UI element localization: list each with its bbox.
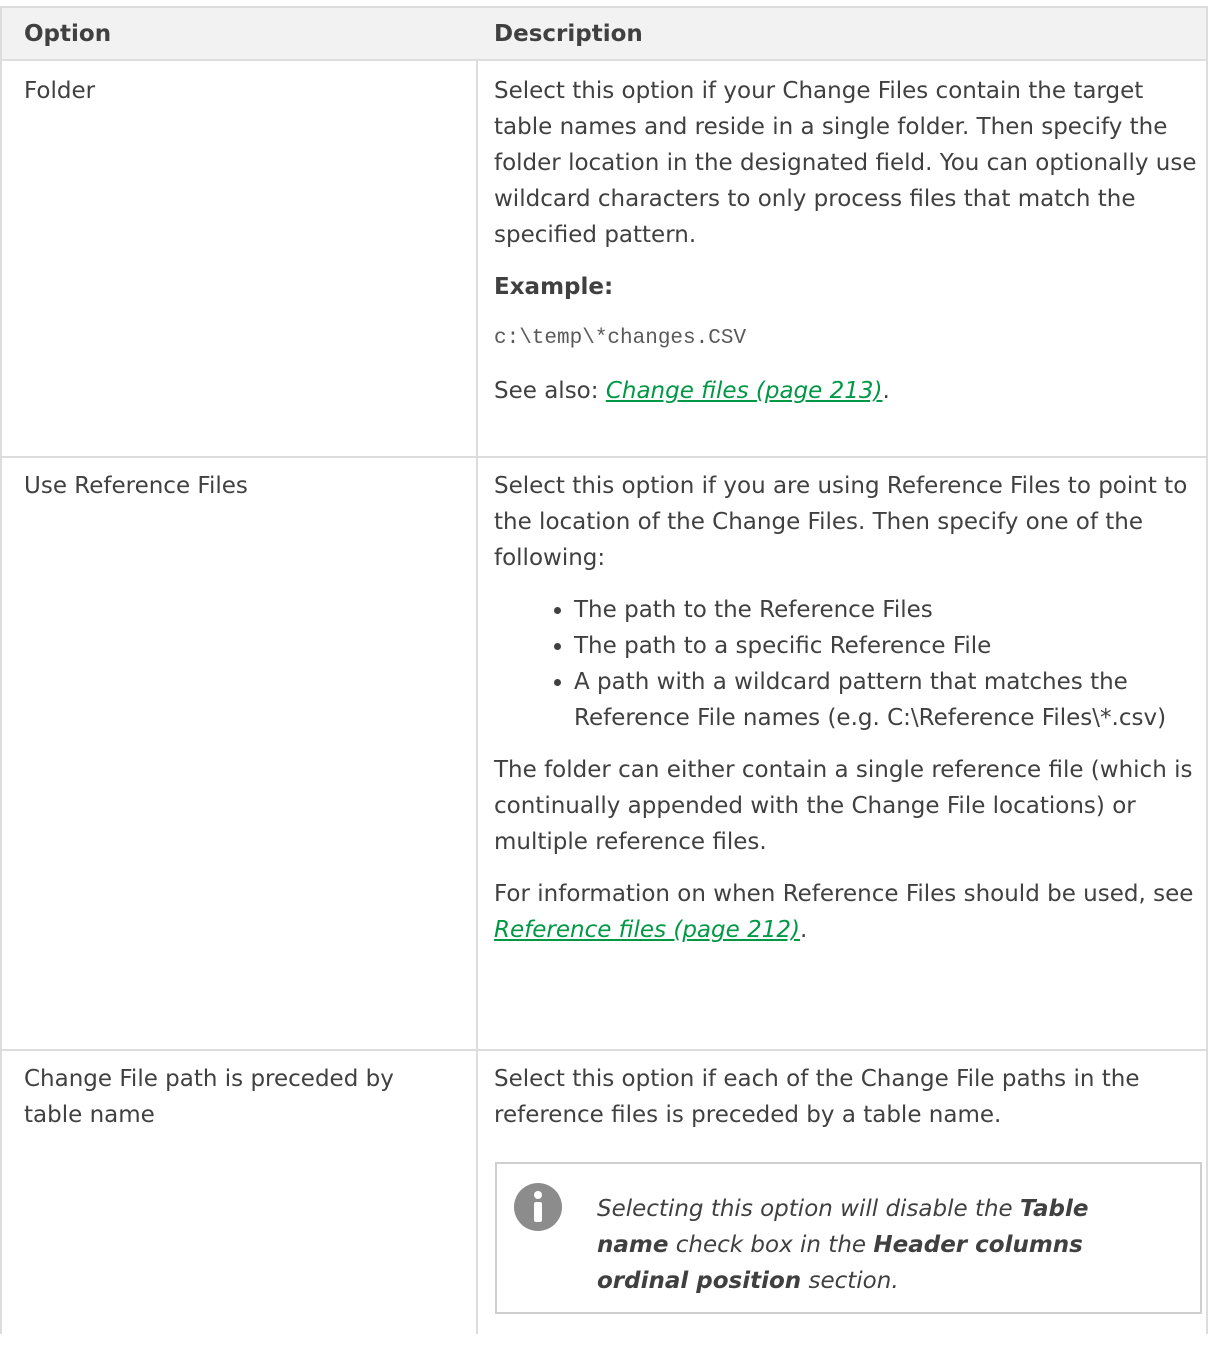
example-label: Example:: [494, 274, 614, 300]
reference-para3: For information on when Reference Files …: [494, 876, 1200, 948]
list-item: A path with a wildcard pattern that matc…: [574, 664, 1200, 736]
see-also-prefix: See also:: [494, 378, 606, 404]
note-text-2: check box in the: [668, 1232, 874, 1258]
para3-prefix: For information on when Reference Files …: [494, 881, 1194, 907]
note-text-1: Selecting this option will disable the: [597, 1196, 1021, 1222]
description-reference-files: Select this option if you are using Refe…: [494, 468, 1200, 948]
example-code: c:\temp\*changes.CSV: [494, 327, 747, 350]
change-files-link[interactable]: Change files (page 213): [606, 378, 883, 404]
see-also: See also: Change files (page 213).: [494, 373, 1200, 409]
table-row-change-file-path: Change File path is preceded by table na…: [2, 1051, 1206, 1351]
list-item: The path to a specific Reference File: [574, 628, 1200, 664]
option-use-reference-files: Use Reference Files: [24, 473, 248, 499]
header-description: Description: [494, 21, 643, 47]
note-text: Selecting this option will disable the T…: [597, 1191, 1157, 1299]
options-table: Option Description Folder Select this op…: [0, 6, 1208, 1334]
description-change-file-path: Select this option if each of the Change…: [494, 1066, 1140, 1128]
info-icon: [514, 1183, 562, 1231]
table-header-row: Option Description: [2, 8, 1206, 61]
option-change-file-path: Change File path is preceded by table na…: [24, 1066, 394, 1128]
see-also-suffix: .: [882, 378, 890, 404]
reference-options-list: The path to the Reference Files The path…: [494, 592, 1200, 736]
list-item: The path to the Reference Files: [574, 592, 1200, 628]
info-note: Selecting this option will disable the T…: [495, 1162, 1202, 1314]
note-text-3: section.: [801, 1268, 899, 1294]
reference-para2: The folder can either contain a single r…: [494, 757, 1193, 855]
table-row-folder: Folder Select this option if your Change…: [2, 61, 1206, 458]
folder-desc: Select this option if your Change Files …: [494, 78, 1197, 248]
description-folder: Select this option if your Change Files …: [494, 73, 1200, 409]
header-option: Option: [24, 21, 112, 47]
para3-suffix: .: [799, 917, 808, 943]
table-row-reference-files: Use Reference Files Select this option i…: [2, 458, 1206, 1051]
reference-files-link[interactable]: Reference files (page 212): [494, 917, 800, 943]
option-folder: Folder: [24, 78, 96, 104]
reference-desc: Select this option if you are using Refe…: [494, 473, 1188, 571]
